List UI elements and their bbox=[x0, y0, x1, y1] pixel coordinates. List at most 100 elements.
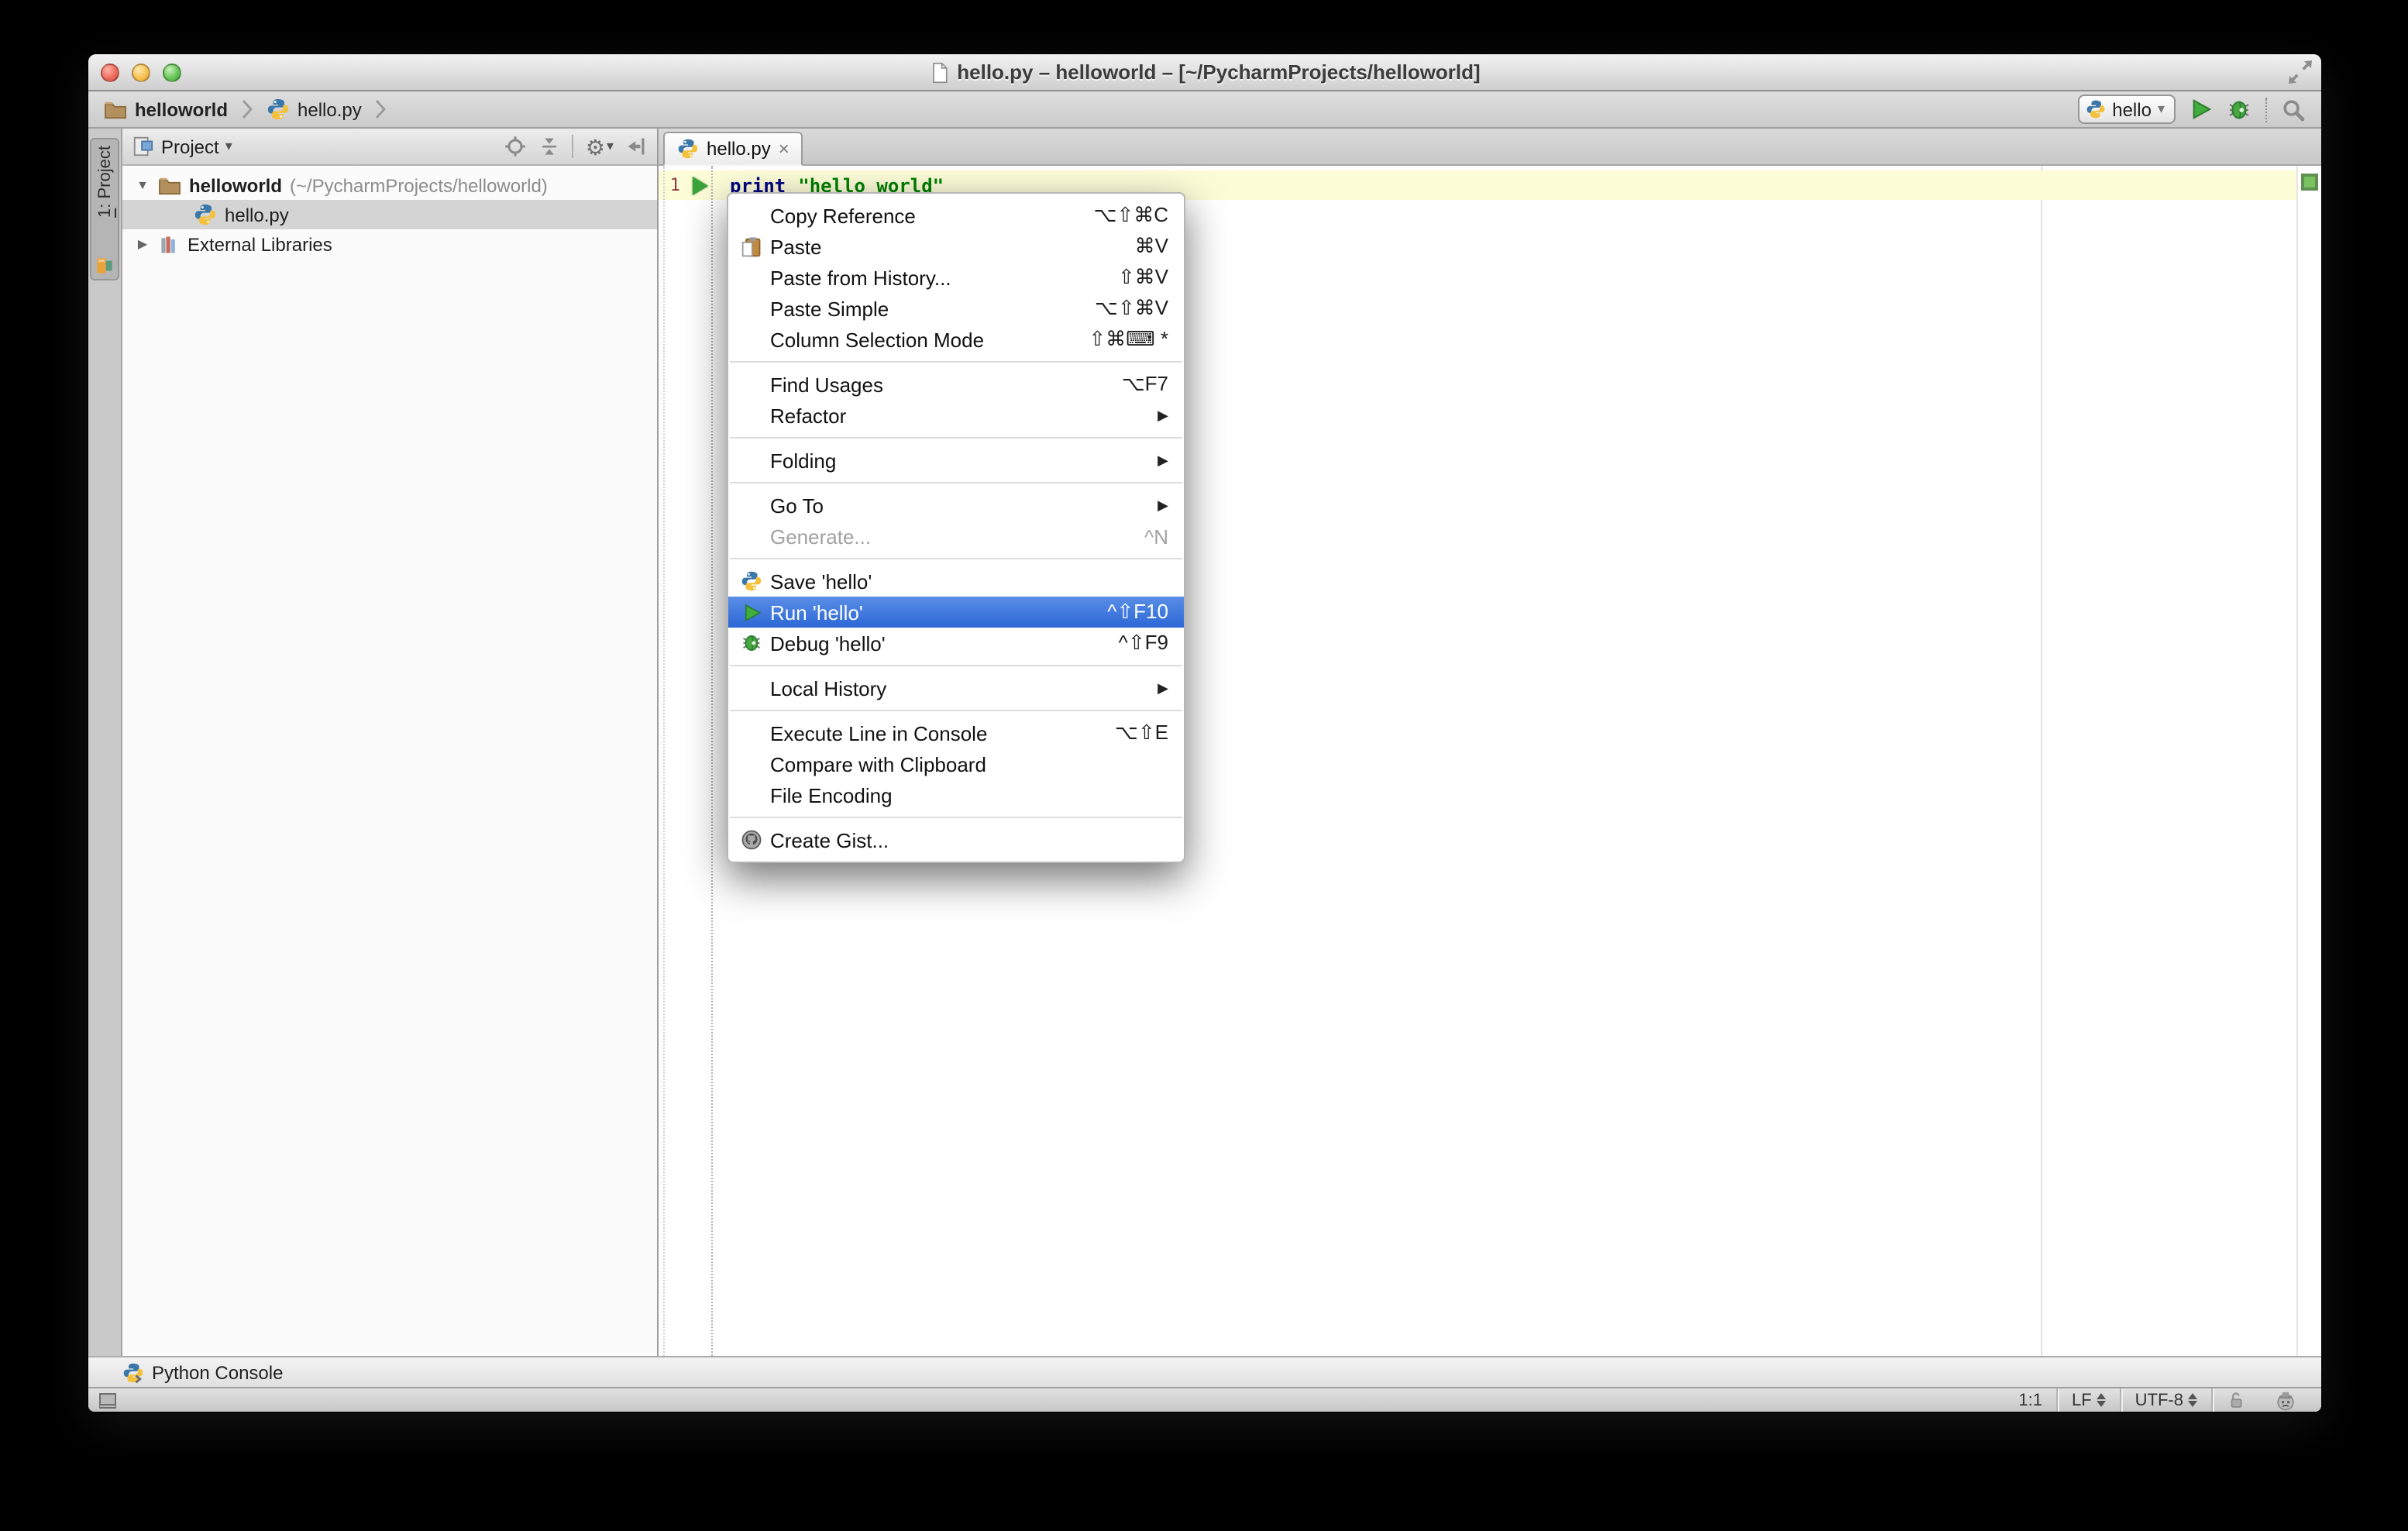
menu-item-shortcut: ⌥F7 bbox=[1121, 372, 1168, 395]
paste-clipboard-icon bbox=[738, 235, 765, 258]
menu-separator bbox=[730, 817, 1182, 818]
toolwindow-toggle-icon[interactable] bbox=[99, 1392, 116, 1408]
editor-tab-strip: hello.py × bbox=[659, 129, 2321, 166]
menu-item-label: Paste from History... bbox=[770, 266, 951, 289]
python-icon bbox=[738, 570, 765, 592]
close-window-button[interactable] bbox=[101, 63, 119, 81]
menu-item-debug-hello[interactable]: Debug 'hello' ^⇧F9 bbox=[728, 628, 1184, 659]
menu-item-shortcut: ^N bbox=[1144, 525, 1168, 548]
project-tool-window-tab[interactable]: 1: Project bbox=[90, 138, 119, 280]
settings-gear-button[interactable]: ⚙ ▾ bbox=[586, 136, 614, 157]
window-title: hello.py – helloworld – [~/PycharmProjec… bbox=[88, 60, 2321, 84]
bottom-tool-window-bar: Python Console bbox=[88, 1356, 2321, 1387]
menu-separator bbox=[730, 558, 1182, 559]
menu-item-execute-line-in-console[interactable]: Execute Line in Console ⌥⇧E bbox=[728, 717, 1184, 748]
gutter-separator bbox=[663, 166, 665, 1356]
python-console-tab[interactable]: Python Console bbox=[152, 1361, 283, 1383]
menu-item-run-hello[interactable]: Run 'hello' ^⇧F10 bbox=[728, 597, 1184, 628]
project-panel-header: Project ▾ ⚙ ▾ bbox=[122, 129, 657, 166]
python-file-icon bbox=[267, 98, 289, 120]
menu-item-copy-reference[interactable]: Copy Reference ⌥⇧⌘C bbox=[728, 200, 1184, 231]
close-icon[interactable]: × bbox=[779, 139, 789, 158]
tree-expanded-icon[interactable]: ▼ bbox=[135, 178, 150, 192]
breadcrumb: helloworld hello.py bbox=[104, 98, 393, 121]
submenu-arrow-icon: ▶ bbox=[1158, 452, 1168, 467]
breadcrumb-project[interactable]: helloworld bbox=[135, 98, 228, 120]
menu-item-label: Debug 'hello' bbox=[770, 631, 886, 655]
lock-widget[interactable] bbox=[2213, 1388, 2261, 1412]
menu-item-find-usages[interactable]: Find Usages ⌥F7 bbox=[728, 369, 1184, 400]
menu-item-label: Go To bbox=[770, 494, 824, 517]
hide-panel-icon[interactable] bbox=[626, 135, 648, 158]
chevron-down-icon: ▾ bbox=[2157, 101, 2165, 116]
toolbar-separator bbox=[571, 135, 573, 158]
menu-item-file-encoding[interactable]: File Encoding bbox=[728, 779, 1184, 810]
menu-item-save-hello[interactable]: Save 'hello' bbox=[728, 566, 1184, 597]
debug-button[interactable] bbox=[2227, 97, 2251, 122]
tree-row-helloworld[interactable]: ▼ helloworld (~/PycharmProjects/hellowor… bbox=[122, 170, 657, 200]
menu-item-label: Local History bbox=[770, 676, 887, 700]
pycharm-window: hello.py – helloworld – [~/PycharmProjec… bbox=[88, 54, 2321, 1412]
project-panel-toolbar: ⚙ ▾ bbox=[504, 135, 648, 158]
right-margin-guide bbox=[2041, 166, 2042, 1356]
breadcrumb-file[interactable]: hello.py bbox=[298, 98, 362, 120]
menu-item-label: Column Selection Mode bbox=[770, 328, 985, 351]
status-bar: 1:1 LF UTF-8 bbox=[88, 1387, 2321, 1412]
menu-item-refactor[interactable]: Refactor ▶ bbox=[728, 400, 1184, 431]
tree-row-hello-py[interactable]: hello.py bbox=[122, 200, 657, 229]
chevron-down-icon[interactable]: ▾ bbox=[225, 138, 232, 155]
inspection-status-indicator[interactable] bbox=[2301, 174, 2318, 191]
menu-item-shortcut: ⇧⌘⌨ * bbox=[1089, 327, 1168, 350]
menu-item-compare-with-clipboard[interactable]: Compare with Clipboard bbox=[728, 748, 1184, 779]
line-separator-widget[interactable]: LF bbox=[2058, 1388, 2120, 1412]
project-tool-window-icon bbox=[97, 258, 112, 274]
menu-item-paste-from-history[interactable]: Paste from History... ⇧⌘V bbox=[728, 262, 1184, 293]
menu-item-column-selection-mode[interactable]: Column Selection Mode ⇧⌘⌨ * bbox=[728, 324, 1184, 355]
menu-separator bbox=[730, 482, 1182, 483]
tree-row-external-libraries[interactable]: ▶ External Libraries bbox=[122, 229, 657, 259]
title-bar: hello.py – helloworld – [~/PycharmProjec… bbox=[88, 54, 2321, 91]
folder-icon bbox=[105, 101, 126, 119]
run-configuration-select[interactable]: hello ▾ bbox=[2078, 95, 2176, 124]
project-panel-title[interactable]: Project bbox=[161, 136, 219, 157]
inspection-profile-widget[interactable] bbox=[2261, 1388, 2310, 1412]
menu-item-label: Create Gist... bbox=[770, 828, 889, 852]
menu-item-label: Generate... bbox=[770, 525, 872, 548]
submenu-arrow-icon: ▶ bbox=[1158, 407, 1168, 422]
window-title-text: hello.py – helloworld – [~/PycharmProjec… bbox=[957, 60, 1481, 84]
menu-item-paste-simple[interactable]: Paste Simple ⌥⇧⌘V bbox=[728, 293, 1184, 324]
menu-item-label: Execute Line in Console bbox=[770, 721, 988, 745]
fullscreen-icon[interactable] bbox=[2289, 60, 2312, 84]
locate-target-icon[interactable] bbox=[504, 135, 527, 158]
menu-item-label: Copy Reference bbox=[770, 204, 916, 227]
minimize-window-button[interactable] bbox=[132, 63, 150, 81]
tree-external-libraries-label: External Libraries bbox=[187, 233, 332, 255]
inspection-stripe bbox=[2296, 166, 2321, 1356]
python-file-icon bbox=[194, 204, 216, 225]
caret-position-widget[interactable]: 1:1 bbox=[2004, 1388, 2056, 1412]
status-bar-widgets: 1:1 LF UTF-8 bbox=[2004, 1388, 2310, 1412]
folder-icon bbox=[159, 177, 181, 195]
updown-arrows-icon bbox=[2188, 1393, 2197, 1407]
menu-item-go-to[interactable]: Go To ▶ bbox=[728, 490, 1184, 521]
gutter-separator bbox=[711, 166, 713, 1356]
tree-project-name: helloworld bbox=[189, 174, 282, 196]
search-icon[interactable] bbox=[2281, 97, 2306, 122]
tree-collapsed-icon[interactable]: ▶ bbox=[135, 237, 150, 251]
menu-item-local-history[interactable]: Local History ▶ bbox=[728, 673, 1184, 704]
gear-icon: ⚙ bbox=[585, 134, 605, 159]
run-button[interactable] bbox=[2190, 98, 2213, 121]
zoom-window-button[interactable] bbox=[163, 63, 181, 81]
project-view-icon bbox=[133, 136, 153, 157]
menu-item-create-gist[interactable]: Create Gist... bbox=[728, 824, 1184, 855]
menu-item-paste[interactable]: Paste ⌘V bbox=[728, 231, 1184, 262]
menu-item-folding[interactable]: Folding ▶ bbox=[728, 445, 1184, 476]
project-tree: ▼ helloworld (~/PycharmProjects/hellowor… bbox=[122, 166, 657, 1356]
collapse-all-icon[interactable] bbox=[539, 135, 559, 158]
gutter-run-icon[interactable] bbox=[693, 176, 708, 194]
encoding-widget[interactable]: UTF-8 bbox=[2121, 1388, 2211, 1412]
menu-separator bbox=[730, 710, 1182, 711]
editor-tab-hello-py[interactable]: hello.py × bbox=[663, 132, 803, 166]
chevron-right-icon bbox=[242, 100, 253, 119]
menu-item-label: File Encoding bbox=[770, 783, 893, 807]
